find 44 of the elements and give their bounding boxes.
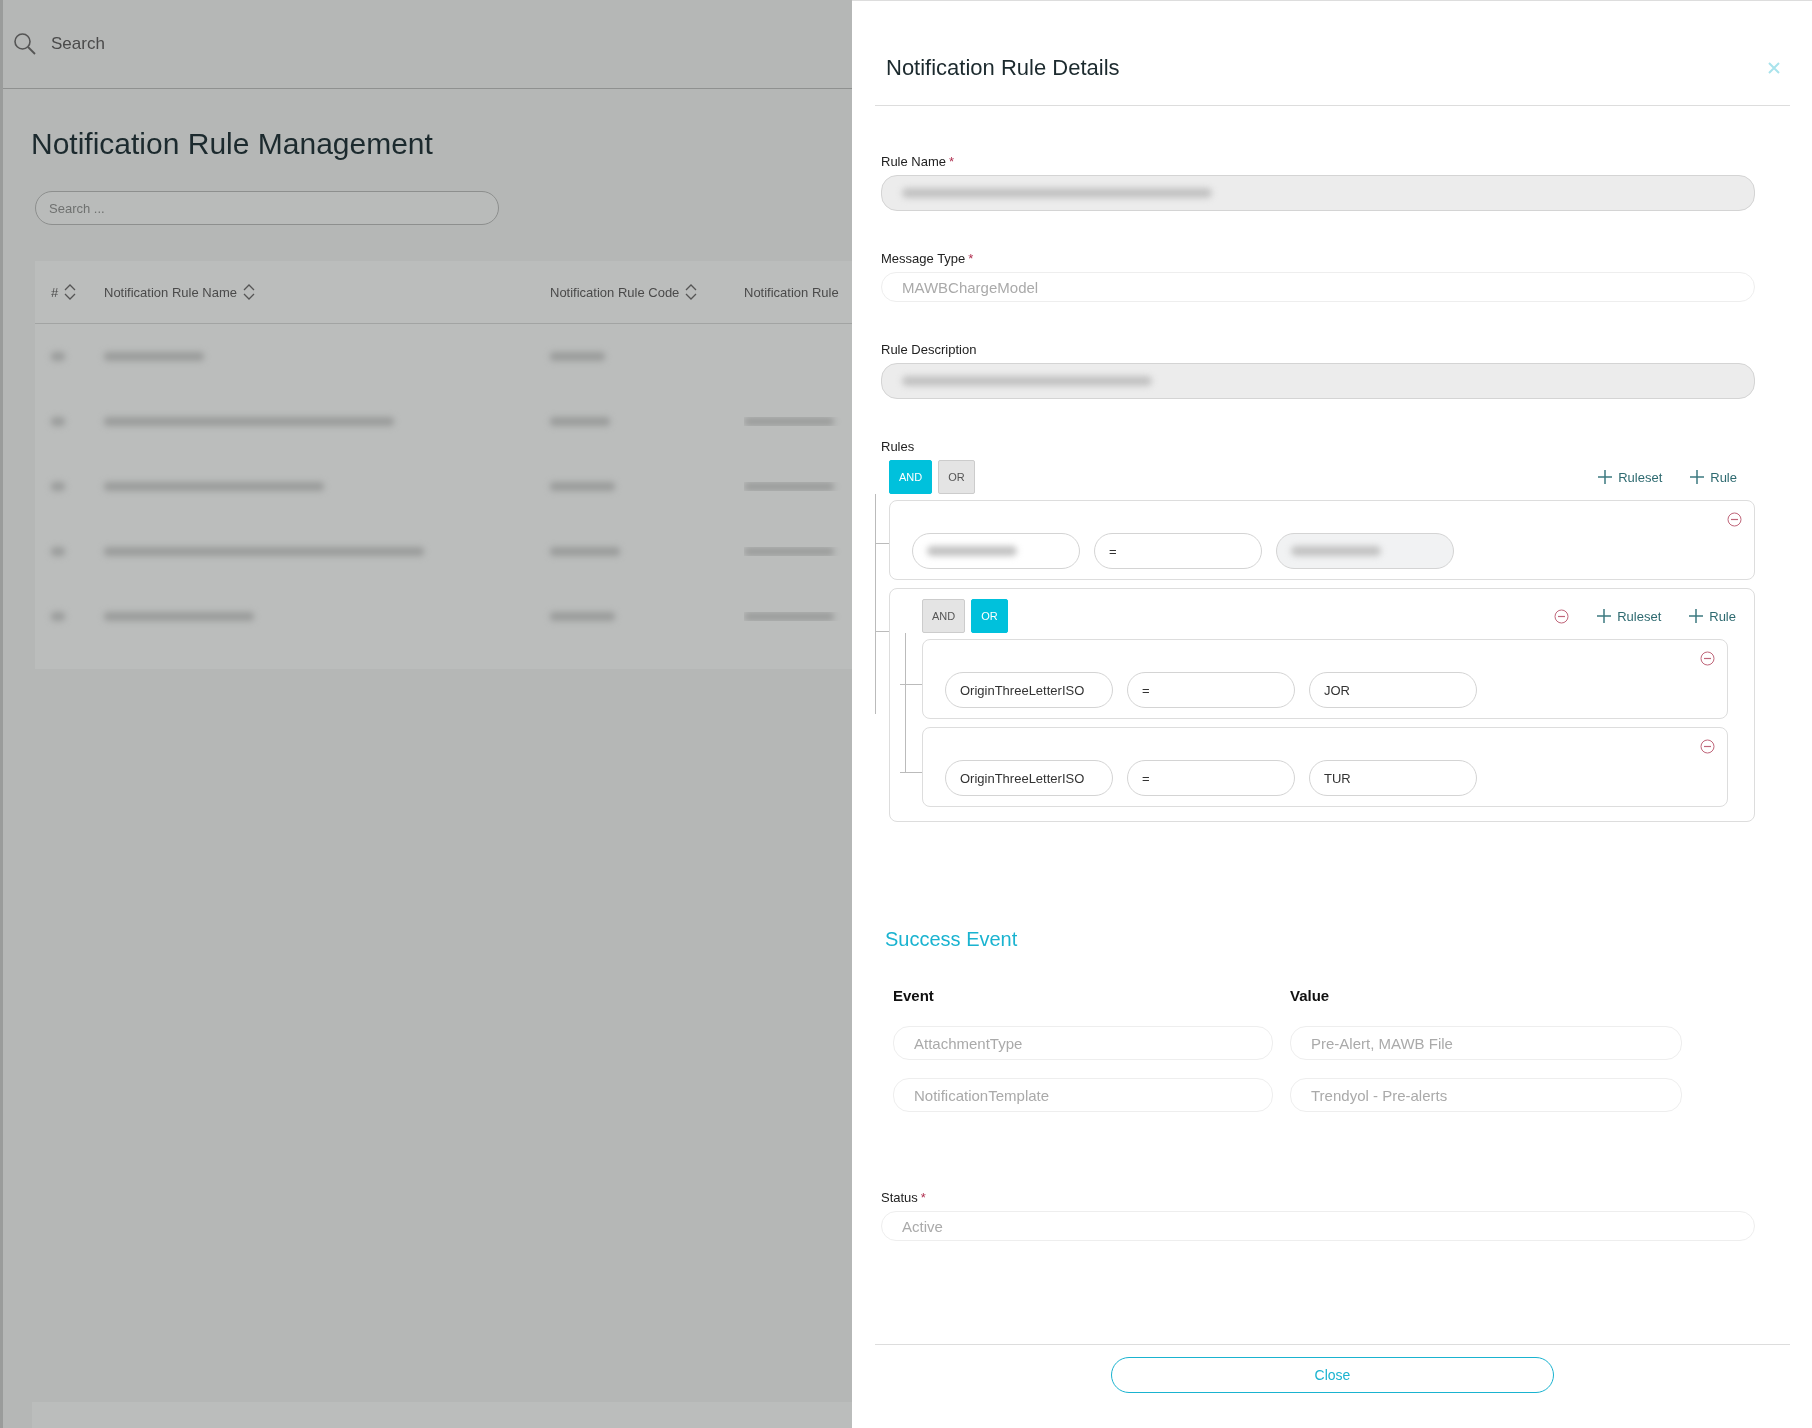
sort-icon[interactable] bbox=[242, 283, 255, 301]
column-header[interactable]: Notification Rule Code bbox=[550, 284, 680, 300]
add-button[interactable]: Rule bbox=[1690, 469, 1737, 485]
column-header: Event bbox=[893, 987, 935, 1004]
required-mark: * bbox=[920, 1190, 926, 1205]
sort-icon[interactable] bbox=[64, 283, 77, 301]
close-button[interactable]: Close bbox=[1111, 1357, 1554, 1393]
remove-icon[interactable] bbox=[1700, 651, 1715, 666]
page-title: Notification Rule Management bbox=[31, 127, 434, 161]
section-title: Success Event bbox=[885, 928, 1019, 951]
redacted-text bbox=[550, 352, 605, 361]
plus-icon bbox=[1597, 609, 1612, 623]
redacted-text bbox=[550, 417, 610, 426]
column-header[interactable]: # bbox=[51, 284, 59, 300]
panel-title: Notification Rule Details bbox=[886, 55, 1120, 81]
plus-icon bbox=[1598, 470, 1613, 484]
remove-icon[interactable] bbox=[1700, 739, 1715, 754]
remove-icon[interactable] bbox=[1727, 512, 1742, 527]
plus-icon bbox=[1690, 470, 1705, 484]
sort-icon[interactable] bbox=[685, 283, 698, 301]
required-mark: * bbox=[968, 251, 974, 266]
add-button[interactable]: Rule bbox=[1689, 608, 1736, 624]
operator-toggle[interactable]: AND bbox=[922, 599, 966, 633]
redacted-text bbox=[550, 482, 615, 491]
field-label: Rule Name bbox=[881, 154, 947, 169]
operator-toggle[interactable]: OR bbox=[938, 460, 975, 494]
field-label: Status bbox=[881, 1190, 918, 1205]
plus-icon bbox=[1689, 609, 1704, 623]
redacted-text bbox=[550, 612, 615, 621]
field-label: Message Type bbox=[881, 251, 966, 266]
search-icon bbox=[13, 32, 37, 56]
add-button[interactable]: Ruleset bbox=[1597, 608, 1662, 624]
field-label: Rule Description bbox=[881, 342, 977, 357]
search-field[interactable]: Search ... bbox=[35, 191, 499, 225]
column-header[interactable]: Notification Rule Name bbox=[104, 284, 237, 300]
required-mark: * bbox=[949, 154, 955, 169]
add-button[interactable]: Ruleset bbox=[1598, 469, 1663, 485]
section-label: Rules bbox=[881, 439, 916, 454]
column-header: Value bbox=[1290, 987, 1331, 1004]
redacted-text bbox=[550, 547, 620, 556]
column-header[interactable]: Notification Rule bbox=[744, 284, 839, 300]
field-value: MAWBChargeModel bbox=[902, 278, 1039, 296]
search-label[interactable]: Search bbox=[51, 34, 105, 54]
remove-icon[interactable] bbox=[1554, 608, 1570, 624]
